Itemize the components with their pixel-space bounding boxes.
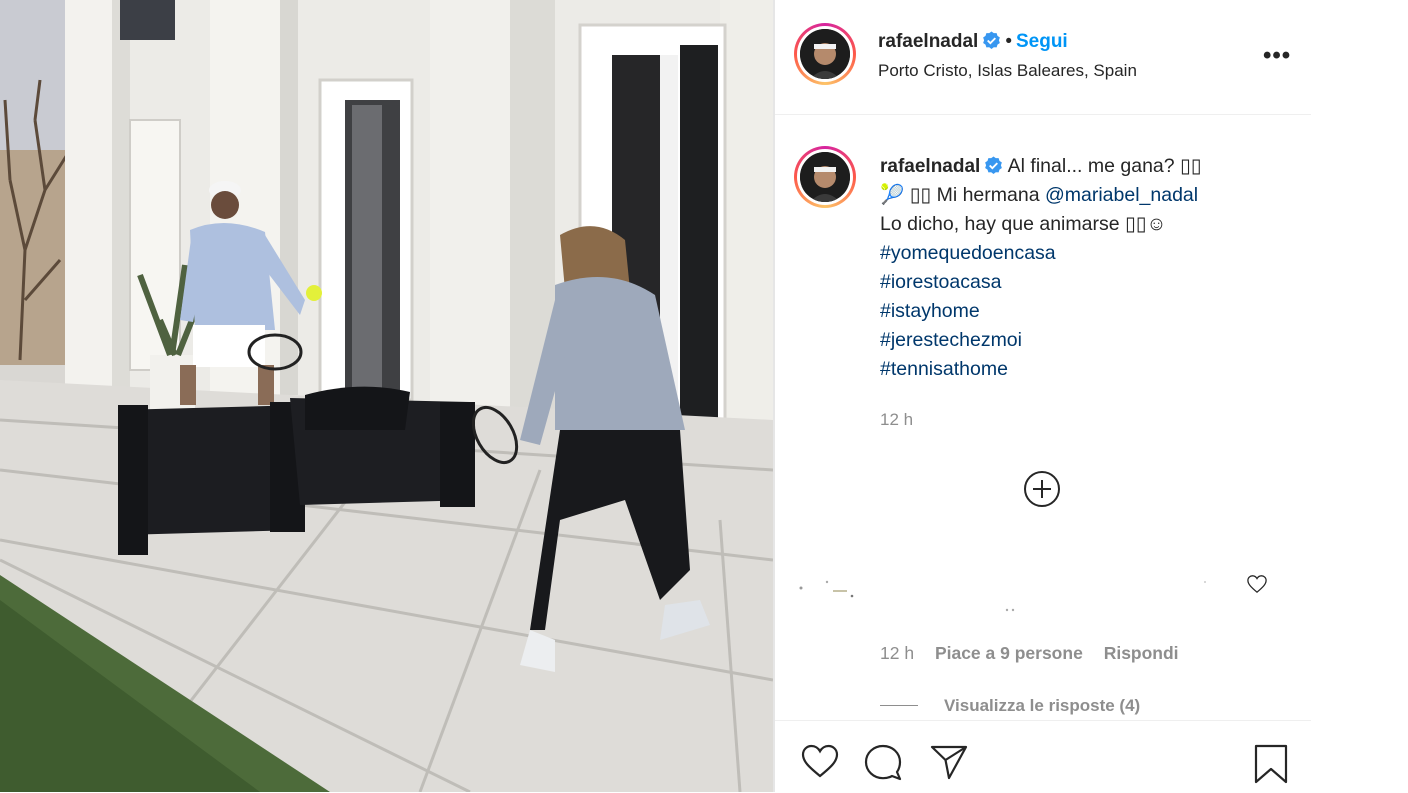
comment-likes-count[interactable]: Piace a 9 persone — [935, 643, 1083, 663]
avatar-photo — [800, 29, 850, 79]
caption-timestamp[interactable]: 12 h — [880, 410, 913, 430]
post-caption: rafaelnadal Al final... me gana? ▯▯ 🎾 ▯▯… — [880, 152, 1280, 384]
post-location[interactable]: Porto Cristo, Islas Baleares, Spain — [878, 61, 1137, 81]
post-action-bar — [775, 720, 1311, 793]
plus-circle-icon[interactable] — [1024, 471, 1060, 507]
hashtag-link[interactable]: #tennisathome — [880, 358, 1008, 380]
verified-badge-icon — [983, 31, 1001, 49]
share-icon[interactable] — [929, 743, 969, 781]
hashtag-link[interactable]: #yomequedoencasa — [880, 242, 1056, 264]
hashtag-link[interactable]: #jerestechezmoi — [880, 329, 1022, 351]
post-video[interactable] — [0, 0, 773, 792]
hashtag-link[interactable]: #istayhome — [880, 300, 980, 322]
view-replies-button[interactable]: Visualizza le risposte (4) — [880, 696, 1140, 716]
author-avatar[interactable] — [794, 23, 856, 85]
hashtag-link[interactable]: #iorestoacasa — [880, 271, 1001, 293]
author-username[interactable]: rafaelnadal — [878, 31, 978, 52]
video-frame-illustration — [0, 0, 773, 792]
caption-text-line3: Lo dicho, hay que animarse ▯▯☺ — [880, 213, 1167, 235]
avatar-photo — [800, 152, 850, 202]
comment-text-blurred — [799, 580, 1206, 612]
replies-divider — [880, 705, 918, 706]
more-options-icon[interactable]: ••• — [1263, 42, 1291, 70]
caption-avatar[interactable] — [794, 146, 856, 208]
caption-text-line1: Al final... me gana? ▯▯ — [1007, 155, 1202, 177]
comment-like-heart-icon[interactable] — [1246, 574, 1268, 594]
follow-button[interactable]: Segui — [1016, 31, 1068, 52]
comment-icon[interactable] — [863, 743, 903, 781]
comment-meta: 12 h Piace a 9 persone Rispondi — [880, 643, 1195, 664]
verified-badge-icon — [985, 156, 1003, 174]
caption-text-line2: 🎾 ▯▯ Mi hermana — [880, 184, 1045, 206]
heart-icon[interactable] — [800, 743, 840, 779]
comment-reply-button[interactable]: Rispondi — [1104, 643, 1179, 663]
view-replies-label: Visualizza le risposte (4) — [944, 696, 1141, 715]
post-sidebar: rafaelnadal • Segui Porto Cristo, Islas Ba… — [775, 0, 1311, 793]
caption-username[interactable]: rafaelnadal — [880, 156, 980, 177]
post-header: rafaelnadal • Segui Porto Cristo, Islas Ba… — [775, 0, 1311, 115]
bookmark-icon[interactable] — [1253, 743, 1289, 785]
comment-timestamp[interactable]: 12 h — [880, 643, 914, 663]
caption-mention-link[interactable]: @mariabel_nadal — [1045, 184, 1198, 206]
header-separator: • — [1005, 31, 1012, 52]
